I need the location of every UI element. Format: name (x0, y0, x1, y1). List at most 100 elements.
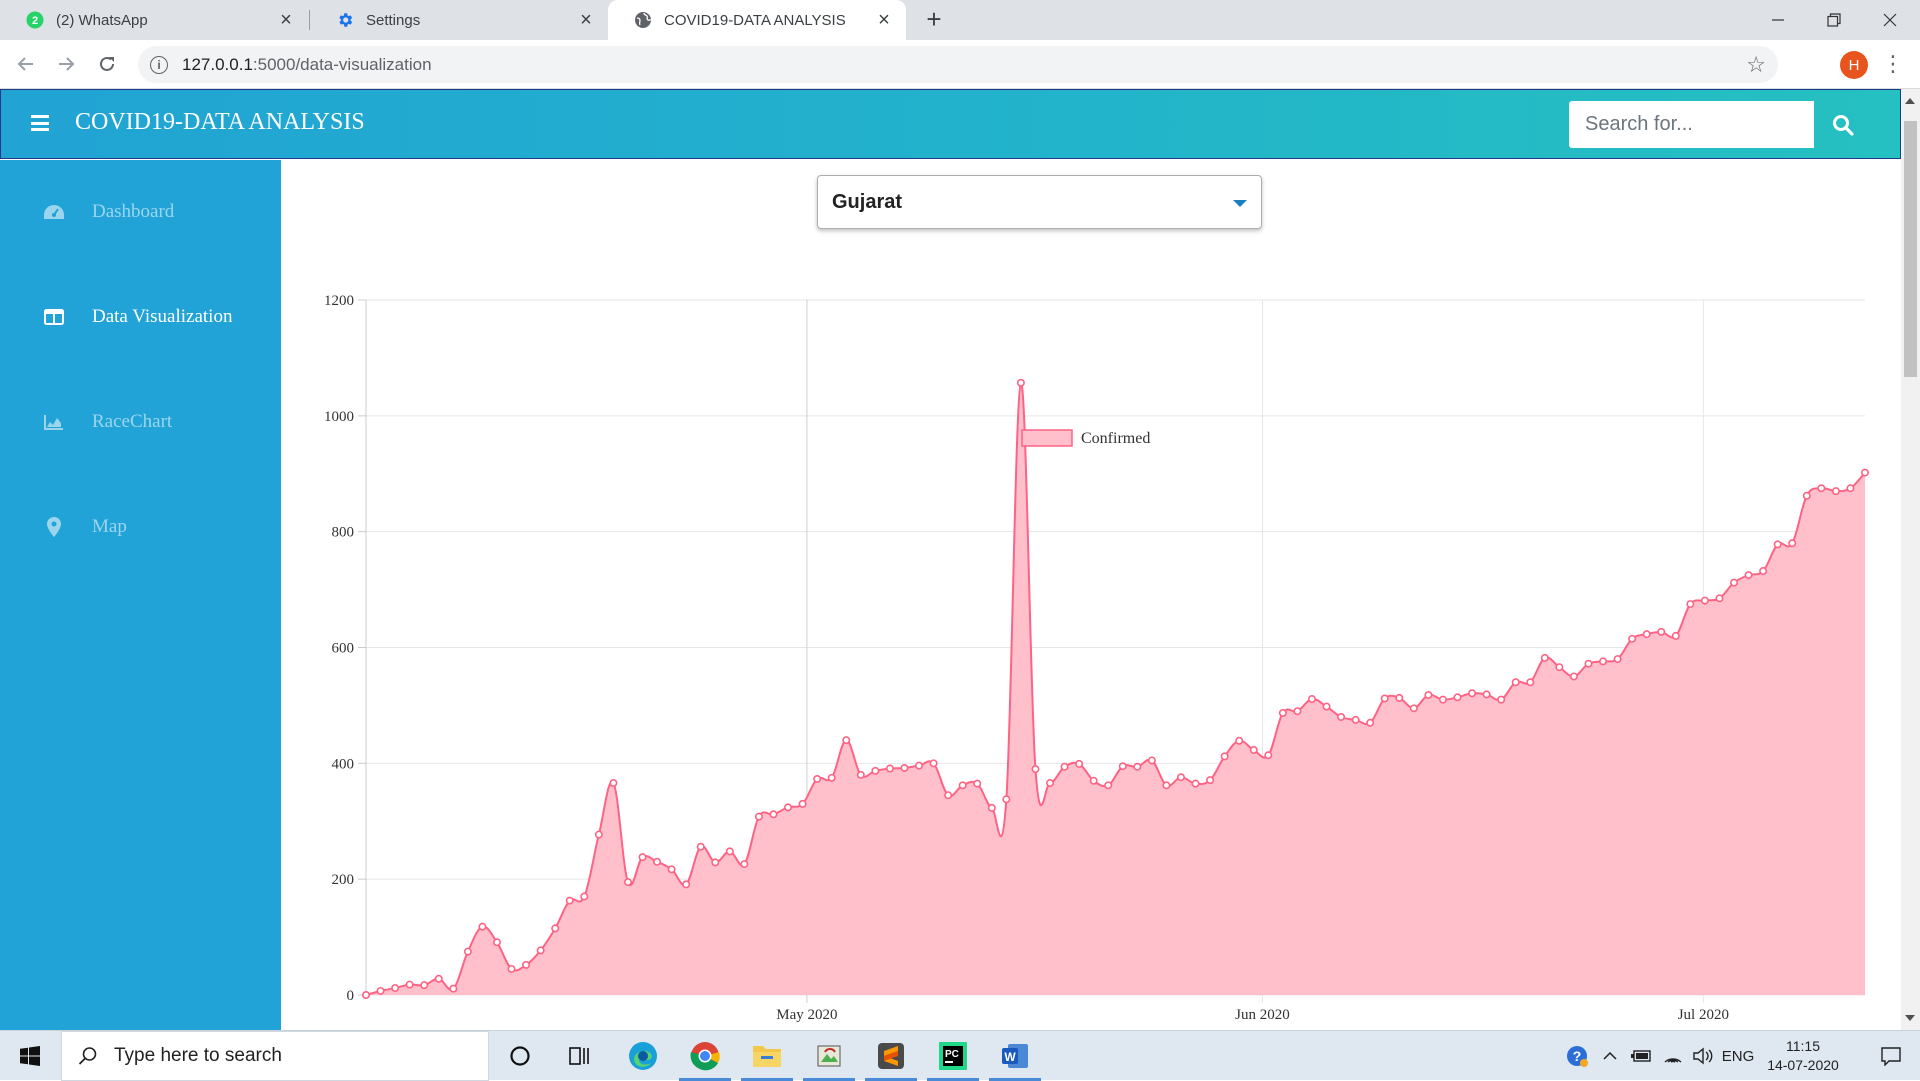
profile-avatar[interactable]: H (1840, 51, 1868, 79)
file-explorer-icon[interactable] (737, 1031, 797, 1081)
tab-covid-analysis[interactable]: COVID19-DATA ANALYSIS × (608, 0, 906, 40)
restore-icon[interactable] (1806, 0, 1862, 40)
confirmed-point (885, 764, 894, 773)
system-clock[interactable]: 11:15 14-07-2020 (1758, 1037, 1848, 1075)
scroll-up-arrow-icon[interactable] (1905, 98, 1915, 104)
confirmed-point (1831, 487, 1840, 496)
svg-text:W: W (1004, 1050, 1016, 1064)
tab-settings[interactable]: Settings × (310, 0, 608, 40)
confirmed-point (565, 896, 574, 905)
confirmed-point (754, 812, 763, 821)
battery-icon[interactable] (1626, 1031, 1656, 1081)
scrollbar-thumb[interactable] (1904, 121, 1917, 377)
sidebar-item-map[interactable]: Map (0, 497, 281, 557)
windows-start-button[interactable] (0, 1031, 60, 1081)
address-bar[interactable]: i 127.0.0.1:5000/data-visualization ☆ (138, 46, 1778, 83)
tachometer-icon (40, 201, 68, 223)
cortana-icon[interactable] (490, 1031, 550, 1081)
y-axis-labels: 1200 1000 800 600 400 200 0 (324, 293, 354, 1004)
language-indicator[interactable]: ENG (1718, 1031, 1758, 1081)
confirmed-point (1191, 779, 1200, 788)
close-tab-icon[interactable]: × (574, 8, 598, 32)
forward-icon[interactable] (50, 48, 82, 80)
confirmed-point (1468, 689, 1477, 698)
sidebar-item-dashboard[interactable]: Dashboard (0, 182, 281, 242)
new-tab-button[interactable]: + (920, 6, 948, 34)
browser-menu-icon[interactable]: ⋮ (1882, 49, 1904, 79)
confirmed-point (1366, 718, 1375, 727)
page-scrollbar[interactable] (1901, 89, 1920, 1030)
confirmed-point (1046, 779, 1055, 788)
search-input[interactable] (1569, 101, 1814, 148)
confirmed-point (1540, 653, 1549, 662)
tab-title: COVID19-DATA ANALYSIS (664, 11, 846, 29)
x-axis-labels: May 2020 Jun 2020 Jul 2020 (776, 1007, 1729, 1023)
confirmed-point (638, 853, 647, 862)
tab-whatsapp[interactable]: 2 (2) WhatsApp × (0, 0, 308, 40)
confirmed-point (1118, 762, 1127, 771)
table-icon (40, 306, 68, 328)
back-icon[interactable] (10, 48, 42, 80)
confirmed-point (1642, 630, 1651, 639)
app-header: COVID19-DATA ANALYSIS (0, 89, 1901, 159)
wifi-icon[interactable] (1658, 1031, 1688, 1081)
state-select[interactable]: Gujarat (817, 175, 1262, 229)
chevron-up-icon[interactable] (1598, 1031, 1622, 1081)
site-info-icon[interactable]: i (150, 55, 168, 74)
taskbar-search-box[interactable]: Type here to search (61, 1031, 489, 1081)
bookmark-star-icon[interactable]: ☆ (1746, 52, 1766, 78)
confirmed-point (463, 947, 472, 956)
close-window-icon[interactable] (1862, 0, 1918, 40)
pycharm-icon[interactable]: PC (923, 1031, 983, 1081)
search-icon (78, 1047, 97, 1065)
svg-text:PC: PC (945, 1049, 959, 1060)
confirmed-point (362, 990, 371, 999)
taskbar-search-placeholder: Type here to search (114, 1045, 282, 1066)
confirmed-point (1031, 765, 1040, 774)
sublime-text-icon[interactable] (861, 1031, 921, 1081)
confirmed-point (1380, 694, 1389, 703)
y-tick-label: 200 (332, 872, 355, 888)
confirmed-point (420, 981, 429, 990)
sidebar-item-label: Dashboard (92, 201, 175, 222)
hamburger-menu-icon[interactable] (31, 115, 49, 131)
confirmed-point (1249, 746, 1258, 755)
confirmed-point (1162, 781, 1171, 790)
confirmed-point (1817, 484, 1826, 493)
volume-icon[interactable] (1688, 1031, 1718, 1081)
confirmed-point (1846, 484, 1855, 493)
help-icon[interactable]: ? (1560, 1031, 1594, 1081)
confirmed-point (478, 922, 487, 931)
confirmed-point (696, 842, 705, 851)
confirmed-point (798, 799, 807, 808)
main-content: Gujarat 1200 1000 800 600 400 200 0 May 2020 Ju… (281, 160, 1901, 1030)
confirmed-point (1671, 631, 1680, 640)
svg-text:?: ? (1573, 1048, 1582, 1064)
confirmed-point (1802, 491, 1811, 500)
confirmed-point (827, 773, 836, 782)
edge-browser-icon[interactable] (613, 1031, 673, 1081)
sidebar-item-data-visualization[interactable]: Data Visualization (0, 287, 281, 347)
chart-legend: Confirmed (1021, 429, 1150, 447)
confirmed-point (609, 779, 618, 788)
clock-time: 11:15 (1786, 1038, 1820, 1054)
task-view-icon[interactable] (550, 1031, 610, 1081)
scroll-down-arrow-icon[interactable] (1905, 1015, 1915, 1021)
y-tick-label: 400 (332, 756, 355, 772)
legend-label-confirmed: Confirmed (1081, 430, 1150, 447)
word-icon[interactable]: W (985, 1031, 1045, 1081)
tab-title: (2) WhatsApp (56, 11, 148, 29)
close-tab-icon[interactable]: × (872, 8, 896, 32)
state-select-value: Gujarat (832, 190, 903, 213)
search-button[interactable] (1814, 101, 1872, 148)
reload-icon[interactable] (91, 48, 123, 80)
close-tab-icon[interactable]: × (274, 8, 298, 32)
notifications-icon[interactable] (1862, 1031, 1920, 1081)
gear-icon (336, 11, 354, 29)
confirmed-point (1569, 672, 1578, 681)
chrome-browser-icon[interactable] (675, 1031, 735, 1081)
sidebar-item-racechart[interactable]: RaceChart (0, 392, 281, 452)
minimize-icon[interactable] (1750, 0, 1806, 40)
python-idle-icon[interactable] (799, 1031, 859, 1081)
confirmed-point (1235, 736, 1244, 745)
